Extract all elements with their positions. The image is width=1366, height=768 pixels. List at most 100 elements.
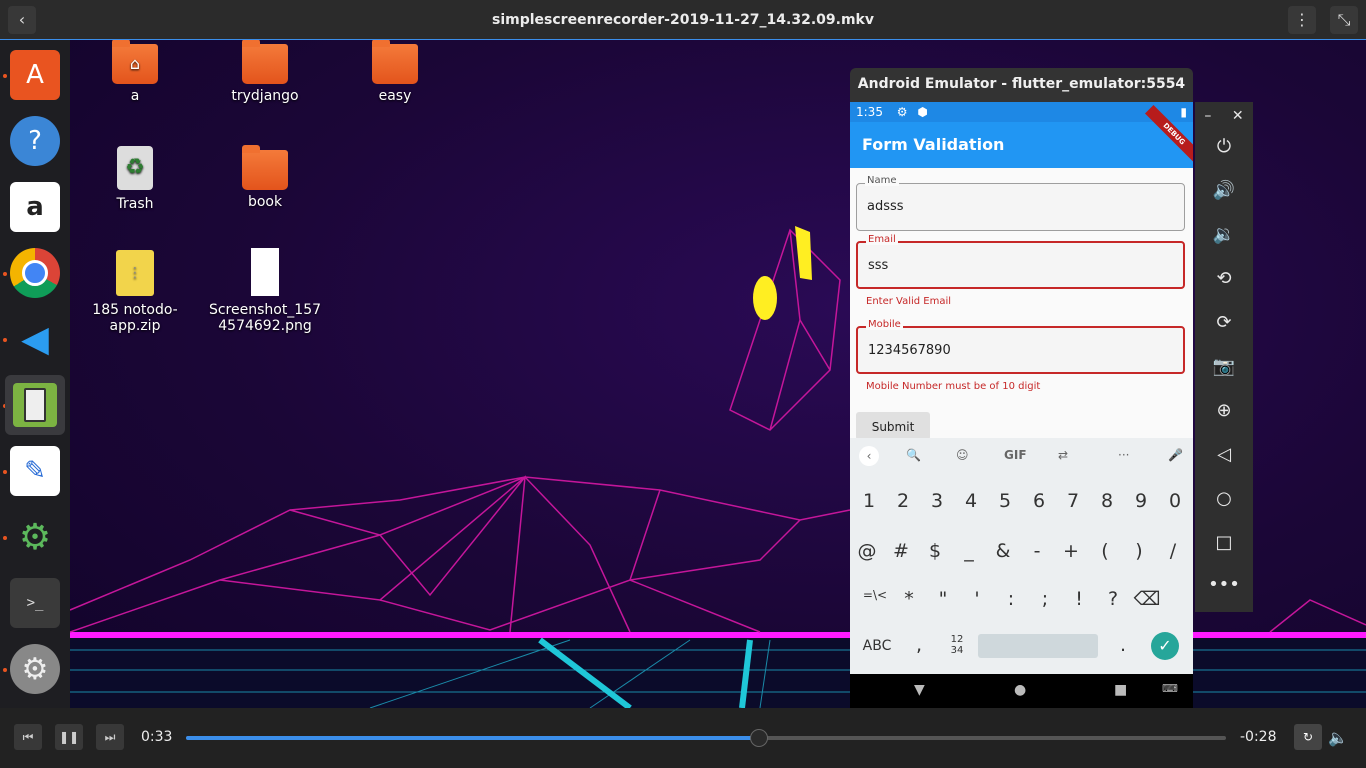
image-file-icon[interactable]: Screenshot_1574574692.png	[205, 248, 325, 334]
keyboard-key[interactable]: =\<	[858, 588, 892, 602]
zoom-icon[interactable]: ⊕	[1195, 400, 1253, 421]
folder-icon[interactable]: easy	[335, 40, 455, 104]
icon-label: easy	[378, 88, 412, 104]
comma-key[interactable]: ,	[902, 634, 936, 656]
unfullscreen-button[interactable]: ⤡	[1330, 6, 1358, 34]
more-icon[interactable]: •••	[1195, 574, 1253, 595]
amazon-icon[interactable]: a	[10, 182, 60, 232]
keyboard-key[interactable]: $	[918, 540, 952, 562]
pause-button[interactable]: ❚❚	[55, 724, 83, 750]
volume-up-icon[interactable]: 🔊	[1195, 180, 1253, 201]
abc-key[interactable]: ABC	[858, 638, 896, 654]
close-icon[interactable]: ✕	[1232, 108, 1244, 124]
mobile-field[interactable]: Mobile 1234567890	[856, 319, 1185, 374]
menu-button[interactable]: ⋮	[1288, 6, 1316, 34]
keyboard-key[interactable]: 1	[852, 490, 886, 512]
keyboard-key[interactable]: 9	[1124, 490, 1158, 512]
keyboard-switch-icon[interactable]: ⌨	[1162, 682, 1178, 695]
nav-back-icon[interactable]: ▼	[914, 682, 925, 698]
email-field[interactable]: Email sss	[856, 234, 1185, 289]
keyboard-key[interactable]: 4	[954, 490, 988, 512]
folder-icon[interactable]: book	[205, 145, 325, 210]
space-key[interactable]	[978, 634, 1098, 658]
previous-button[interactable]: ⏮	[14, 724, 42, 750]
keyboard-key[interactable]: '	[960, 588, 994, 610]
soft-keyboard: ‹ 🔍 ☺ GIF ⇄ ··· 🎤 1234567890 @ # $ _ & - +() / …	[850, 438, 1193, 674]
zip-file-icon[interactable]: ⋮ 185 notodo-app.zip	[75, 250, 195, 334]
keyboard-key[interactable]: _	[952, 540, 986, 562]
icon-label: 185 notodo-app.zip	[92, 302, 178, 334]
nav-recents-icon[interactable]: ■	[1114, 682, 1127, 698]
submit-button[interactable]: Submit	[856, 412, 930, 440]
folder-icon[interactable]: trydjango	[205, 40, 325, 104]
rotate-left-icon[interactable]: ⟲	[1195, 268, 1253, 289]
back-icon[interactable]: ◁	[1195, 444, 1253, 465]
repeat-button[interactable]: ↻	[1294, 724, 1322, 750]
more-icon[interactable]: ···	[1118, 448, 1129, 462]
period-key[interactable]: .	[1106, 634, 1140, 656]
icon-label: a	[130, 88, 140, 104]
keyboard-key[interactable]: -	[1020, 540, 1054, 562]
player-titlebar: ‹ simplescreenrecorder-2019-11-27_14.32.…	[0, 0, 1366, 40]
keyboard-key[interactable]: ?	[1096, 588, 1130, 610]
keyboard-key[interactable]: 0	[1158, 490, 1192, 512]
numpad-key[interactable]: 12 34	[940, 634, 974, 656]
keyboard-key[interactable]: 6	[1022, 490, 1056, 512]
seek-handle[interactable]	[750, 729, 768, 747]
vscode-icon[interactable]: ◀	[10, 314, 60, 364]
keyboard-key[interactable]: !	[1062, 588, 1096, 610]
volume-icon[interactable]: 🔈	[1328, 728, 1348, 747]
keyboard-key[interactable]: 8	[1090, 490, 1124, 512]
keyboard-key[interactable]: *	[892, 588, 926, 610]
software-center-icon[interactable]: A	[10, 50, 60, 100]
name-field[interactable]: Name adsss	[856, 175, 1185, 231]
keyboard-key[interactable]: )	[1122, 540, 1156, 562]
help-icon[interactable]: ?	[10, 116, 60, 166]
keyboard-key[interactable]: ⌫	[1130, 588, 1164, 610]
keyboard-key[interactable]: &	[986, 540, 1020, 562]
text-editor-icon[interactable]: ✎	[10, 446, 60, 496]
chrome-icon[interactable]	[10, 248, 60, 298]
done-key[interactable]: ✓	[1151, 632, 1179, 660]
next-button[interactable]: ⏭	[96, 724, 124, 750]
mic-icon[interactable]: 🎤	[1168, 448, 1183, 462]
home-folder-icon[interactable]: ⌂ a	[75, 40, 195, 104]
android-studio-icon[interactable]: ⚙	[10, 512, 60, 562]
keyboard-row-punctuation: =\< * " ':;!? ⌫	[850, 588, 1193, 628]
keyboard-key[interactable]: 7	[1056, 490, 1090, 512]
android-emulator-icon[interactable]	[5, 375, 65, 435]
nav-home-icon[interactable]: ●	[1014, 682, 1026, 698]
home-icon[interactable]: ○	[1195, 488, 1253, 509]
rotate-right-icon[interactable]: ⟳	[1195, 312, 1253, 333]
terminal-icon[interactable]: >_	[10, 578, 60, 628]
keyboard-key[interactable]: ;	[1028, 588, 1062, 610]
keyboard-key[interactable]: 5	[988, 490, 1022, 512]
gif-button[interactable]: GIF	[1004, 448, 1027, 462]
collapse-icon[interactable]: ‹	[859, 446, 879, 466]
keyboard-key[interactable]: :	[994, 588, 1028, 610]
field-value: sss	[868, 258, 889, 273]
volume-down-icon[interactable]: 🔉	[1195, 224, 1253, 245]
overview-icon[interactable]: □	[1195, 532, 1253, 553]
keyboard-key[interactable]: +	[1054, 540, 1088, 562]
translate-icon[interactable]: ⇄	[1058, 448, 1068, 462]
sticker-icon[interactable]: ☺	[956, 448, 969, 462]
emulator-screen[interactable]: 1:35 ⚙ ⬢ ▮ Form Validation DEBUG Name ad…	[850, 102, 1193, 708]
settings-icon[interactable]: ⚙	[10, 644, 60, 694]
minimize-icon[interactable]: –	[1204, 108, 1211, 124]
keyboard-key[interactable]: (	[1088, 540, 1122, 562]
keyboard-key[interactable]: @	[850, 540, 884, 562]
keyboard-key[interactable]: "	[926, 588, 960, 610]
keyboard-key[interactable]: /	[1156, 540, 1190, 562]
seek-bar[interactable]	[186, 729, 1226, 747]
keyboard-key[interactable]: 3	[920, 490, 954, 512]
keyboard-key[interactable]: #	[884, 540, 918, 562]
email-error: Enter Valid Email	[866, 296, 952, 307]
keyboard-key[interactable]: 2	[886, 490, 920, 512]
camera-icon[interactable]: 📷	[1195, 356, 1253, 377]
video-title: simplescreenrecorder-2019-11-27_14.32.09…	[492, 12, 874, 28]
trash-icon[interactable]: ♻ Trash	[75, 146, 195, 212]
search-icon[interactable]: 🔍	[906, 448, 921, 462]
power-icon[interactable]: ⏻	[1195, 136, 1253, 157]
icon-label: trydjango	[231, 88, 299, 104]
